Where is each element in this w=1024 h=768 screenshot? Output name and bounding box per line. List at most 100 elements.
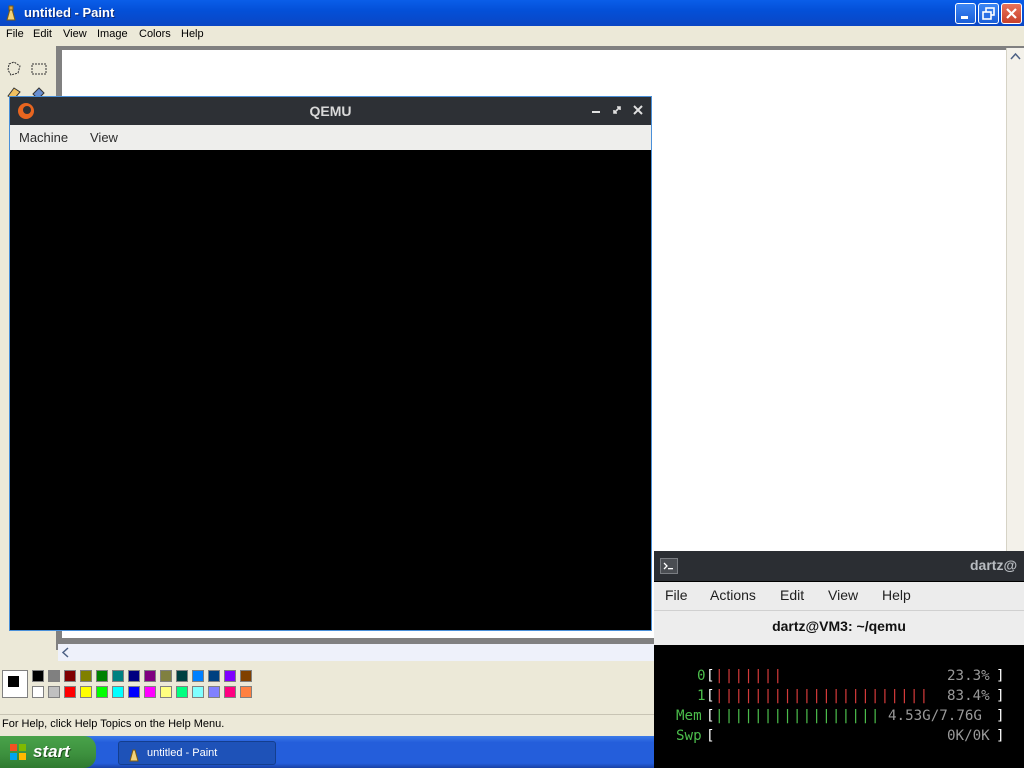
htop-bracket: [: [706, 708, 715, 724]
htop-cpu1-label: 1: [697, 688, 706, 704]
horizontal-scrollbar[interactable]: [58, 644, 658, 661]
htop-cpu0-bars: |||||||: [715, 668, 784, 684]
htop-cpu1-value: 83.4%: [947, 688, 990, 704]
minimize-button[interactable]: [955, 3, 976, 24]
palette-swatch[interactable]: [160, 670, 172, 682]
htop-bracket: [: [706, 668, 715, 684]
color-palette: [0, 664, 300, 708]
paint-menu-bar: File Edit View Image Colors Help: [0, 26, 1024, 45]
palette-swatch[interactable]: [208, 670, 220, 682]
windows-logo-icon: [10, 744, 26, 760]
htop-swp-label: Swp: [676, 728, 702, 744]
palette-swatch[interactable]: [128, 670, 140, 682]
palette-swatch[interactable]: [64, 686, 76, 698]
palette-swatch[interactable]: [96, 686, 108, 698]
palette-swatch[interactable]: [224, 686, 236, 698]
palette-swatch[interactable]: [128, 686, 140, 698]
qemu-menu-view[interactable]: View: [90, 130, 118, 145]
terminal-menu-help[interactable]: Help: [882, 587, 911, 603]
palette-swatch[interactable]: [224, 670, 236, 682]
scroll-up-icon[interactable]: [1010, 52, 1021, 60]
htop-mem-value: 4.53G/7.76G: [888, 708, 982, 724]
minimize-icon: [961, 16, 968, 19]
menu-colors[interactable]: Colors: [139, 28, 171, 40]
close-button[interactable]: [1001, 3, 1022, 24]
terminal-window-title: dartz@: [970, 557, 1018, 573]
palette-swatch[interactable]: [192, 670, 204, 682]
foreground-color: [7, 675, 20, 688]
paint-app-icon: [6, 5, 16, 21]
qemu-menu-machine[interactable]: Machine: [19, 130, 68, 145]
palette-swatch[interactable]: [64, 670, 76, 682]
qemu-title-bar[interactable]: QEMU: [10, 97, 651, 125]
palette-swatch[interactable]: [112, 686, 124, 698]
status-text: For Help, click Help Topics on the Help …: [2, 718, 225, 730]
htop-cpu0-value: 23.3%: [947, 668, 990, 684]
palette-swatch[interactable]: [192, 686, 204, 698]
taskbar-item-label: untitled - Paint: [147, 747, 218, 759]
htop-cpu1-bars: ||||||||||||||||||||||: [715, 688, 930, 704]
taskbar: [0, 736, 656, 768]
terminal-tab-title: dartz@VM3: ~/qemu: [772, 618, 906, 634]
terminal-tab[interactable]: dartz@VM3: ~/qemu: [654, 610, 1024, 645]
qemu-window-title: QEMU: [309, 103, 352, 119]
htop-bracket: ]: [996, 728, 1005, 744]
palette-swatch[interactable]: [32, 686, 44, 698]
restore-button[interactable]: [978, 3, 999, 24]
palette-swatch[interactable]: [80, 686, 92, 698]
terminal-menu-view[interactable]: View: [828, 587, 858, 603]
htop-bracket: [: [706, 728, 715, 744]
paint-window-title: untitled - Paint: [24, 5, 115, 20]
terminal-menu-edit[interactable]: Edit: [780, 587, 804, 603]
paint-task-icon: [129, 749, 139, 762]
htop-bracket: ]: [996, 708, 1005, 724]
qemu-menu-bar: Machine View: [10, 125, 651, 150]
close-icon: [1006, 8, 1017, 19]
palette-swatch[interactable]: [208, 686, 220, 698]
current-colors: [2, 670, 28, 698]
htop-bracket: [: [706, 688, 715, 704]
terminal-menu-bar: File Actions Edit View Help: [654, 582, 1024, 610]
terminal-icon: [660, 558, 678, 574]
palette-swatch[interactable]: [176, 670, 188, 682]
terminal-menu-actions[interactable]: Actions: [710, 587, 756, 603]
menu-image[interactable]: Image: [97, 28, 128, 40]
palette-swatch[interactable]: [112, 670, 124, 682]
htop-bracket: ]: [996, 668, 1005, 684]
qemu-maximize-icon[interactable]: [611, 104, 623, 116]
paint-title-bar[interactable]: untitled - Paint: [0, 0, 1024, 26]
terminal-body[interactable]: 0 [ ||||||| 23.3% ] 1 [ ||||||||||||||||…: [656, 646, 1024, 768]
start-button[interactable]: start: [0, 736, 96, 768]
palette-swatch[interactable]: [144, 686, 156, 698]
restore-icon: [982, 7, 995, 20]
menu-view[interactable]: View: [63, 28, 87, 40]
htop-swp-value: 0K/0K: [947, 728, 990, 744]
free-select-icon[interactable]: [6, 60, 24, 78]
terminal-menu-file[interactable]: File: [665, 587, 688, 603]
start-label: start: [33, 742, 70, 761]
palette-swatch[interactable]: [80, 670, 92, 682]
palette-swatch[interactable]: [48, 686, 60, 698]
htop-mem-bars: |||||||||||||||||: [715, 708, 881, 724]
palette-swatch[interactable]: [144, 670, 156, 682]
terminal-title-bar[interactable]: dartz@: [654, 551, 1024, 581]
palette-swatch[interactable]: [240, 670, 252, 682]
htop-cpu0-label: 0: [697, 668, 706, 684]
palette-swatch[interactable]: [240, 686, 252, 698]
scroll-left-icon[interactable]: [61, 647, 71, 658]
menu-help[interactable]: Help: [181, 28, 204, 40]
palette-swatch[interactable]: [48, 670, 60, 682]
palette-swatch[interactable]: [160, 686, 172, 698]
htop-bracket: ]: [996, 688, 1005, 704]
taskbar-item-paint[interactable]: untitled - Paint: [118, 741, 276, 765]
palette-swatch[interactable]: [32, 670, 44, 682]
qemu-display[interactable]: [10, 150, 651, 630]
palette-swatch[interactable]: [96, 670, 108, 682]
qemu-close-icon[interactable]: [632, 104, 644, 116]
htop-mem-label: Mem: [676, 708, 702, 724]
menu-edit[interactable]: Edit: [33, 28, 52, 40]
palette-swatch[interactable]: [176, 686, 188, 698]
qemu-minimize-icon[interactable]: [590, 105, 602, 117]
menu-file[interactable]: File: [6, 28, 24, 40]
rect-select-icon[interactable]: [30, 60, 48, 78]
